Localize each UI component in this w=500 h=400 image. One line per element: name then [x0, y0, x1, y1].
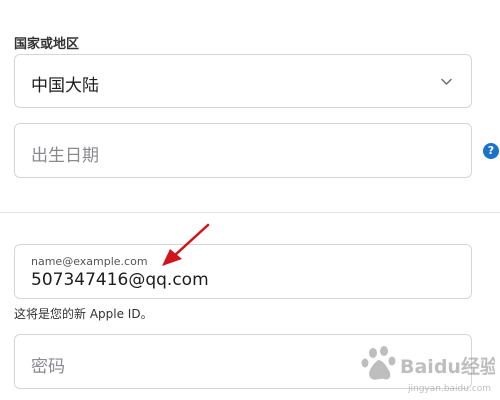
email-field[interactable]: name@example.com 507347416@qq.com	[14, 244, 472, 299]
country-label: 国家或地区	[14, 37, 80, 52]
birthdate-field[interactable]: 出生日期	[14, 123, 472, 178]
password-placeholder: 密码	[31, 357, 65, 377]
svg-text:Baidu经验: Baidu经验	[400, 355, 495, 378]
apple-id-form: 国家或地区 中国大陆 出生日期 ? name@example.com 50734…	[0, 0, 500, 400]
birthdate-placeholder: 出生日期	[31, 146, 99, 166]
arrow-icon	[162, 223, 210, 266]
baidu-jingyan-watermark: Baidu经验 jingyan.baidu.com	[361, 346, 495, 394]
help-icon[interactable]: ?	[483, 143, 499, 159]
email-hint: 这将是您的新 Apple ID。	[14, 307, 153, 321]
section-divider	[0, 212, 500, 213]
email-value: 507347416@qq.com	[31, 270, 209, 290]
svg-text:jingyan.baidu.com: jingyan.baidu.com	[407, 384, 491, 394]
country-select[interactable]: 中国大陆	[14, 54, 472, 108]
country-value: 中国大陆	[31, 76, 99, 96]
email-field-label: name@example.com	[31, 255, 148, 268]
chevron-down-icon	[441, 78, 452, 85]
